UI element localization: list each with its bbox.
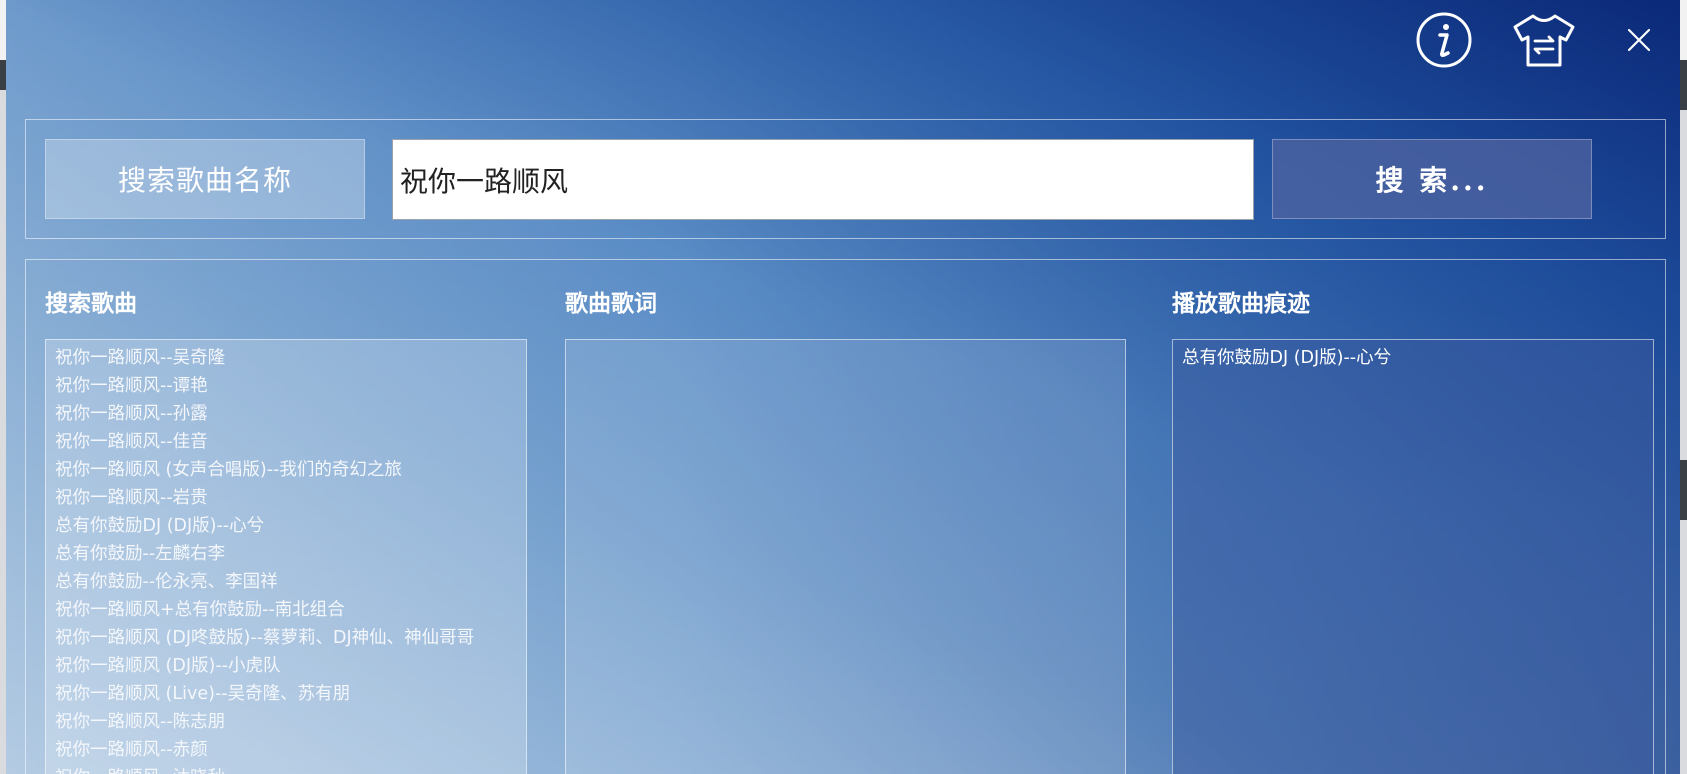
list-item[interactable]: 祝你一路顺风--吴奇隆 (55, 344, 526, 372)
list-item[interactable]: 祝你一路顺风--陈志朋 (55, 708, 526, 736)
list-item[interactable]: 祝你一路顺风--谭艳 (55, 372, 526, 400)
skin-button[interactable] (1510, 10, 1578, 70)
list-item[interactable]: 祝你一路顺风 (DJ版)--小虎队 (55, 652, 526, 680)
list-item[interactable]: 祝你一路顺风--佳音 (55, 428, 526, 456)
list-item[interactable]: 总有你鼓励--伦永亮、李国祥 (55, 568, 526, 596)
list-item[interactable]: 祝你一路顺风 (女声合唱版)--我们的奇幻之旅 (55, 456, 526, 484)
close-button[interactable] (1622, 23, 1656, 57)
info-button[interactable] (1414, 10, 1474, 70)
results-title: 搜索歌曲 (45, 290, 137, 317)
search-song-name-button[interactable]: 搜索歌曲名称 (45, 139, 365, 219)
info-icon (1416, 12, 1472, 68)
list-item[interactable]: 祝你一路顺风--孙露 (55, 400, 526, 428)
list-item[interactable]: 祝你一路顺风+总有你鼓励--南北组合 (55, 596, 526, 624)
history-items: 总有你鼓励DJ (DJ版)--心兮 (1173, 340, 1653, 372)
play-history-list[interactable]: 总有你鼓励DJ (DJ版)--心兮 (1172, 339, 1654, 774)
list-item[interactable]: 祝你一路顺风 (Live)--吴奇隆、苏有朋 (55, 680, 526, 708)
search-input[interactable] (392, 139, 1254, 220)
list-item[interactable]: 总有你鼓励DJ (DJ版)--心兮 (55, 512, 526, 540)
results-items: 祝你一路顺风--吴奇隆 祝你一路顺风--谭艳 祝你一路顺风--孙露 祝你一路顺风--佳… (46, 340, 526, 774)
close-icon (1627, 28, 1651, 52)
list-item[interactable]: 总有你鼓励--左麟右李 (55, 540, 526, 568)
search-panel: 搜索歌曲名称 搜 索... (25, 119, 1666, 239)
lyrics-box[interactable] (565, 339, 1126, 774)
history-title: 播放歌曲痕迹 (1172, 290, 1310, 317)
background-window-edge-right (1680, 0, 1687, 774)
music-search-window: 搜索歌曲名称 搜 索... 搜索歌曲 歌曲歌词 播放歌曲痕迹 祝你一路顺风--吴… (6, 0, 1680, 774)
title-bar-controls (1414, 10, 1656, 70)
list-item[interactable]: 总有你鼓励DJ (DJ版)--心兮 (1182, 344, 1653, 372)
search-button[interactable]: 搜 索... (1272, 139, 1592, 219)
list-item[interactable]: 祝你一路顺风--沐晓秋 (55, 764, 526, 774)
content-panel: 搜索歌曲 歌曲歌词 播放歌曲痕迹 祝你一路顺风--吴奇隆 祝你一路顺风--谭艳 祝你… (25, 259, 1666, 774)
lyrics-title: 歌曲歌词 (565, 290, 657, 317)
list-item[interactable]: 祝你一路顺风--岩贵 (55, 484, 526, 512)
search-results-list[interactable]: 祝你一路顺风--吴奇隆 祝你一路顺风--谭艳 祝你一路顺风--孙露 祝你一路顺风--佳… (45, 339, 527, 774)
tshirt-skin-icon (1513, 14, 1575, 67)
list-item[interactable]: 祝你一路顺风 (DJ咚鼓版)--蔡萝莉、DJ神仙、神仙哥哥 (55, 624, 526, 652)
list-item[interactable]: 祝你一路顺风--赤颜 (55, 736, 526, 764)
